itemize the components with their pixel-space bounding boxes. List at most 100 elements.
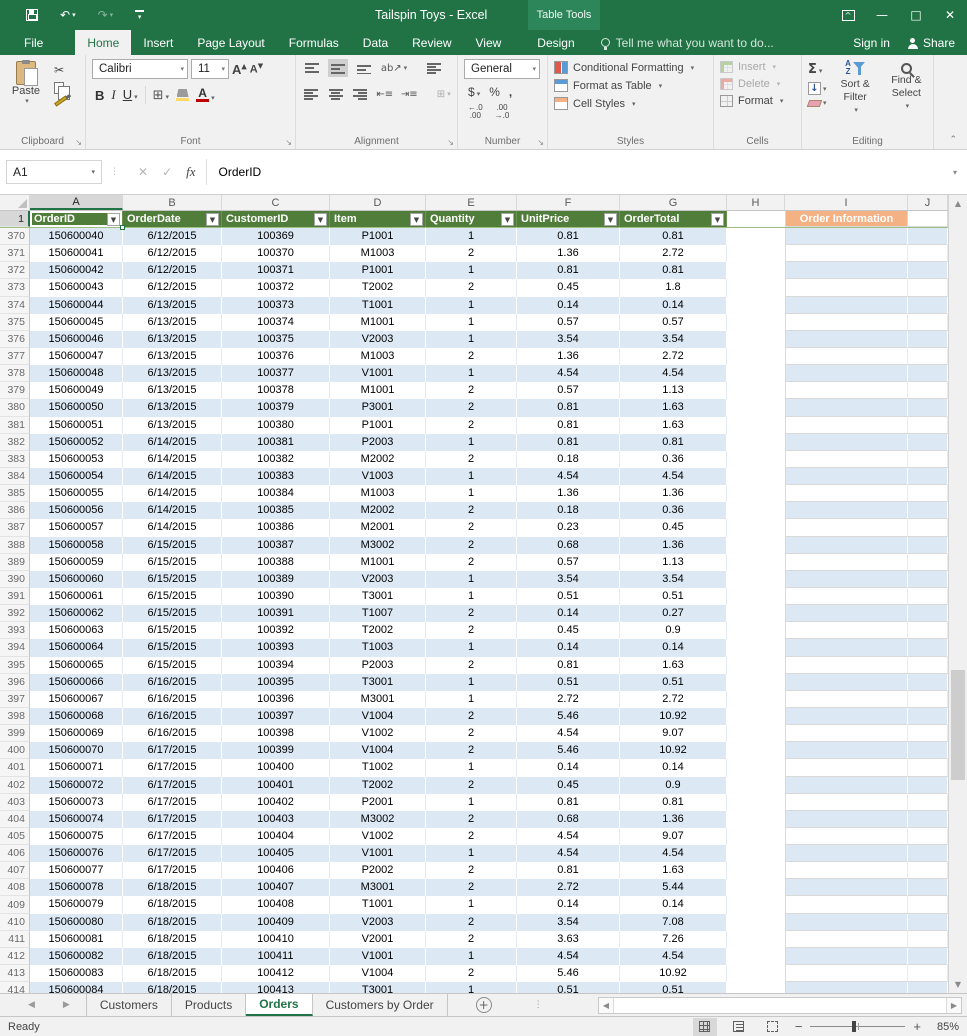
borders-button[interactable]: ⊞▾ <box>153 86 169 104</box>
find-select-button[interactable]: Find & Select▾ <box>884 60 929 133</box>
cell[interactable] <box>908 228 948 245</box>
cell[interactable]: V2003 <box>330 914 426 931</box>
cell[interactable] <box>785 777 908 794</box>
cell[interactable]: 7.26 <box>620 931 727 948</box>
cell[interactable]: M3002 <box>330 537 426 554</box>
table-header-cell-UnitPrice[interactable]: UnitPrice▼ <box>517 211 620 227</box>
cell[interactable]: 0.57 <box>517 382 620 399</box>
row-header-399[interactable]: 399 <box>0 725 30 742</box>
cell[interactable] <box>908 519 948 536</box>
cell[interactable] <box>727 725 785 742</box>
cell[interactable]: 4.54 <box>620 845 727 862</box>
cell[interactable]: V1001 <box>330 365 426 382</box>
decrease-font-size-button[interactable]: A▼ <box>250 62 263 76</box>
cell[interactable] <box>727 879 785 896</box>
cell[interactable]: 0.14 <box>517 896 620 913</box>
cell[interactable]: 6/14/2015 <box>123 468 222 485</box>
cell[interactable]: 1.36 <box>517 245 620 262</box>
cell[interactable]: 150600062 <box>30 605 123 622</box>
cell[interactable]: 100409 <box>222 914 330 931</box>
cell[interactable]: 0.81 <box>620 228 727 245</box>
cell[interactable]: 100370 <box>222 245 330 262</box>
horizontal-scrollbar[interactable]: ◀ ▶ <box>598 997 962 1014</box>
cell[interactable] <box>785 519 908 536</box>
cell[interactable]: 6/15/2015 <box>123 639 222 656</box>
cell[interactable]: 2 <box>426 279 517 296</box>
cell[interactable]: 100381 <box>222 434 330 451</box>
cell[interactable]: 100404 <box>222 828 330 845</box>
cell[interactable]: 150600061 <box>30 588 123 605</box>
cell[interactable] <box>908 434 948 451</box>
cell[interactable] <box>908 417 948 434</box>
cell[interactable]: 0.81 <box>620 794 727 811</box>
column-header-I[interactable]: I <box>785 195 908 210</box>
cell[interactable]: 6/13/2015 <box>123 417 222 434</box>
cell[interactable]: 2 <box>426 417 517 434</box>
cell[interactable]: 100383 <box>222 468 330 485</box>
name-box[interactable]: A1 ▾ <box>6 160 102 184</box>
table-header-cell-OrderTotal[interactable]: OrderTotal▼ <box>620 211 727 227</box>
row-header-370[interactable]: 370 <box>0 228 30 245</box>
cell[interactable]: 2 <box>426 931 517 948</box>
cell[interactable] <box>908 708 948 725</box>
cell[interactable] <box>908 879 948 896</box>
cell[interactable]: 2 <box>426 554 517 571</box>
cell[interactable]: 0.81 <box>620 434 727 451</box>
cell[interactable]: V1004 <box>330 742 426 759</box>
cell[interactable] <box>727 279 785 296</box>
cell[interactable]: 1 <box>426 228 517 245</box>
cell[interactable]: 1 <box>426 434 517 451</box>
row-header-391[interactable]: 391 <box>0 588 30 605</box>
italic-button[interactable]: I <box>111 87 115 103</box>
cell[interactable]: 6/15/2015 <box>123 622 222 639</box>
cell[interactable]: T3001 <box>330 588 426 605</box>
cell[interactable]: M1001 <box>330 382 426 399</box>
cell[interactable] <box>785 245 908 262</box>
row-header-382[interactable]: 382 <box>0 434 30 451</box>
cell[interactable]: P2001 <box>330 794 426 811</box>
cell[interactable]: 100374 <box>222 314 330 331</box>
cell[interactable] <box>727 245 785 262</box>
cell[interactable]: 2 <box>426 348 517 365</box>
redo-button[interactable]: ↷▾ <box>98 8 114 22</box>
confirm-entry-icon[interactable]: ✓ <box>162 165 172 179</box>
row-header-411[interactable]: 411 <box>0 931 30 948</box>
cell-h1[interactable] <box>727 211 785 227</box>
cancel-entry-icon[interactable]: ✕ <box>138 165 148 179</box>
wrap-text-button[interactable] <box>424 59 444 77</box>
cell[interactable]: 2 <box>426 657 517 674</box>
cell[interactable]: M1001 <box>330 554 426 571</box>
cell[interactable]: M3001 <box>330 691 426 708</box>
sign-in-link[interactable]: Sign in <box>853 36 890 50</box>
cell[interactable] <box>908 279 948 296</box>
cell[interactable]: 1 <box>426 365 517 382</box>
cell[interactable] <box>785 862 908 879</box>
paste-button[interactable]: Paste ▾ <box>6 61 46 133</box>
vertical-scrollbar[interactable]: ▲ ▼ <box>948 195 967 993</box>
tab-insert[interactable]: Insert <box>131 30 185 55</box>
cell[interactable]: 0.18 <box>517 502 620 519</box>
cell[interactable]: 100397 <box>222 708 330 725</box>
cell[interactable]: 0.14 <box>620 297 727 314</box>
cell[interactable]: 1.63 <box>620 657 727 674</box>
row-header-397[interactable]: 397 <box>0 691 30 708</box>
cell[interactable] <box>727 519 785 536</box>
close-button[interactable]: ✕ <box>933 0 967 30</box>
cell[interactable]: 100405 <box>222 845 330 862</box>
cell[interactable]: 150600041 <box>30 245 123 262</box>
cell[interactable]: 2 <box>426 965 517 982</box>
zoom-slider[interactable] <box>810 1026 905 1027</box>
cell[interactable] <box>908 828 948 845</box>
cell[interactable]: 150600049 <box>30 382 123 399</box>
bottom-align-button[interactable] <box>354 59 374 77</box>
column-header-D[interactable]: D <box>330 195 426 210</box>
cell[interactable] <box>908 622 948 639</box>
cell[interactable]: 2 <box>426 399 517 416</box>
cell[interactable]: 2 <box>426 245 517 262</box>
tell-me-box[interactable]: Tell me what you want to do... <box>601 30 774 55</box>
cell[interactable]: 7.08 <box>620 914 727 931</box>
cell[interactable]: 2.72 <box>620 245 727 262</box>
cell[interactable] <box>727 297 785 314</box>
cell[interactable]: 150600054 <box>30 468 123 485</box>
cell[interactable]: 150600074 <box>30 811 123 828</box>
